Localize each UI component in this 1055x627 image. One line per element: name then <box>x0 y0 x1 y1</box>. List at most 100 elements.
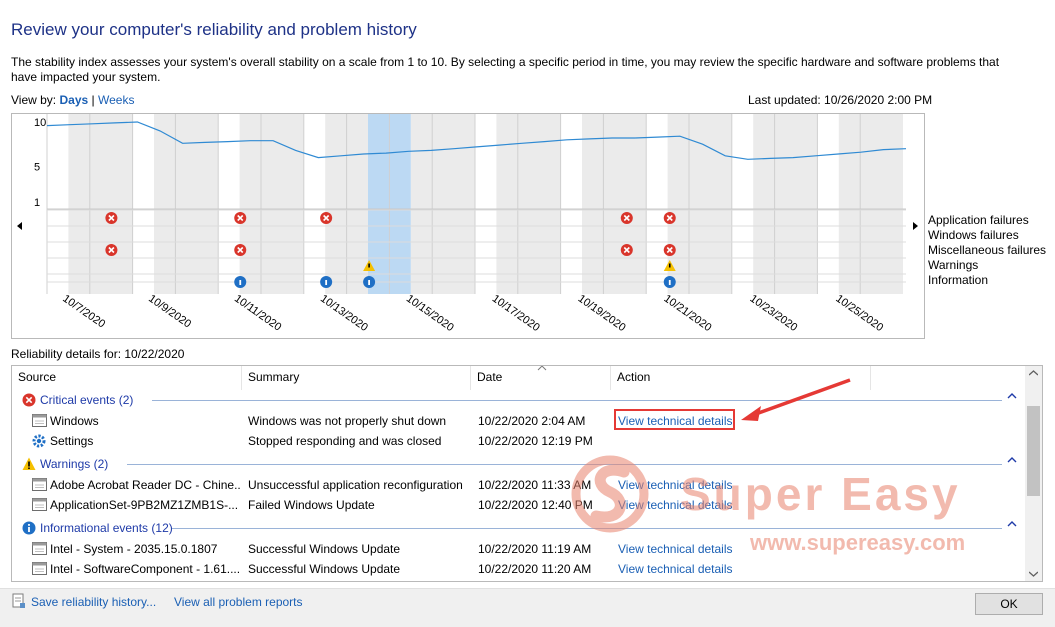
scroll-right-icon[interactable] <box>913 222 918 230</box>
table-row[interactable]: Intel - System - 2035.15.0.1807 Successfu… <box>12 539 1024 559</box>
save-history-link[interactable]: Save reliability history... <box>31 595 156 609</box>
table-row[interactable]: Adobe Acrobat Reader DC - Chine... Unsucc… <box>12 475 1024 495</box>
y-tick-label: 10 <box>34 117 46 129</box>
warning-mark <box>368 263 370 268</box>
cell-source: Settings <box>50 434 94 448</box>
cell-source: Intel - System - 2035.15.0.1807 <box>50 542 218 556</box>
day-band <box>689 114 732 294</box>
group-header[interactable]: Warnings (2) <box>12 454 1024 474</box>
error-icon <box>22 393 36 407</box>
scroll-left-icon[interactable] <box>17 222 22 230</box>
day-band <box>432 114 475 294</box>
red-arrow-annotation <box>741 378 851 421</box>
group-title[interactable]: Warnings (2) <box>40 457 108 471</box>
view-all-reports-link[interactable]: View all problem reports <box>174 595 303 609</box>
date-axis-label: 10/15/2020 <box>404 293 456 334</box>
legend-item: Miscellaneous failures <box>928 243 1047 257</box>
legend-item: Information <box>928 273 989 287</box>
legend-item: Application failures <box>928 213 1029 227</box>
view-technical-details-link[interactable]: View technical details <box>618 562 768 576</box>
date-axis-label: 10/9/2020 <box>146 293 193 331</box>
cell-source: Windows <box>50 414 99 428</box>
y-tick-label: 5 <box>34 161 40 173</box>
date-axis-label: 10/17/2020 <box>490 293 542 334</box>
window-icon <box>32 542 47 555</box>
info-mark <box>668 280 671 285</box>
legend-item: Warnings <box>928 258 979 272</box>
cell-date: 10/22/2020 11:20 AM <box>478 562 592 576</box>
save-history-icon <box>12 593 25 608</box>
date-axis-label: 10/11/2020 <box>232 293 283 334</box>
window-icon <box>32 498 47 511</box>
group-divider <box>172 528 1002 529</box>
reliability-chart[interactable]: 10 5 1 10/7/2020 10/9/2020 10/11/2020 10/13/20… <box>11 113 925 339</box>
table-row[interactable]: Windows Windows was not properly shut dow… <box>12 411 1024 431</box>
date-axis-label: 10/21/2020 <box>662 293 714 334</box>
view-by-weeks-link[interactable]: Weeks <box>98 93 134 107</box>
highlight-box <box>614 409 735 430</box>
chart-canvas[interactable]: 10 5 1 10/7/2020 10/9/2020 10/11/2020 10/13/20… <box>12 114 926 340</box>
window-icon <box>32 562 47 575</box>
details-table[interactable]: Source Summary Date Action Critical even… <box>11 365 1043 582</box>
view-technical-details-link[interactable]: View technical details <box>618 498 768 512</box>
cell-date: 10/22/2020 12:19 PM <box>478 434 593 448</box>
info-mark <box>325 280 328 285</box>
scroll-thumb[interactable] <box>1027 406 1040 496</box>
view-by-separator: | <box>91 93 95 107</box>
cell-summary: Failed Windows Update <box>248 498 375 512</box>
cell-source: Adobe Acrobat Reader DC - Chine... <box>50 478 240 492</box>
table-row[interactable]: ApplicationSet-9PB2MZ1ZMB1S-... Failed Wi… <box>12 495 1024 515</box>
y-tick-label: 1 <box>34 197 40 209</box>
info-mark <box>368 280 370 285</box>
view-technical-details-link[interactable]: View technical details <box>618 542 768 556</box>
cell-summary: Windows was not properly shut down <box>248 414 447 428</box>
cell-date: 10/22/2020 11:33 AM <box>478 478 592 492</box>
view-by-days-link[interactable]: Days <box>59 93 88 107</box>
group-divider <box>127 464 1002 465</box>
window-icon <box>32 478 47 491</box>
scroll-down-icon[interactable] <box>1029 571 1038 577</box>
collapse-icon[interactable] <box>1007 392 1017 400</box>
window-icon <box>32 414 47 427</box>
group-header[interactable]: Informational events (12) <box>12 518 1024 538</box>
view-technical-details-link[interactable]: View technical details <box>618 478 768 492</box>
table-row[interactable]: Settings Stopped responding and was close… <box>12 431 1024 451</box>
column-summary[interactable]: Summary <box>242 366 471 390</box>
collapse-icon[interactable] <box>1007 456 1017 464</box>
gear-icon <box>32 434 46 448</box>
ok-button[interactable]: OK <box>975 593 1043 615</box>
cell-summary: Stopped responding and was closed <box>248 434 442 448</box>
footer-bar <box>0 588 1055 627</box>
date-axis-label: 10/7/2020 <box>60 293 107 331</box>
date-axis-label: 10/23/2020 <box>747 293 799 334</box>
intro-text: The stability index assesses your system… <box>11 55 1000 84</box>
date-axis-label: 10/13/2020 <box>318 293 370 334</box>
cell-summary: Unsuccessful application reconfiguration <box>248 478 463 492</box>
column-source[interactable]: Source <box>12 366 242 390</box>
cell-summary: Successful Windows Update <box>248 562 401 576</box>
day-band <box>175 114 219 294</box>
day-band <box>89 114 133 294</box>
table-row[interactable]: Intel - SoftwareComponent - 1.61.... Succ… <box>12 559 1024 579</box>
day-band <box>860 114 903 294</box>
collapse-icon[interactable] <box>1007 520 1017 528</box>
day-band <box>774 114 818 294</box>
legend-item: Windows failures <box>928 228 1019 242</box>
cell-date: 10/22/2020 2:04 AM <box>478 414 586 428</box>
date-axis-label: 10/19/2020 <box>576 293 628 334</box>
day-band <box>603 114 647 294</box>
info-mark <box>239 280 242 285</box>
info-icon <box>22 521 36 535</box>
group-title[interactable]: Informational events (12) <box>40 521 173 535</box>
cell-summary: Successful Windows Update <box>248 542 401 556</box>
cell-source: Intel - SoftwareComponent - 1.61.... <box>50 562 240 576</box>
group-title[interactable]: Critical events (2) <box>40 393 133 407</box>
last-updated: Last updated: 10/26/2020 2:00 PM <box>748 93 933 107</box>
vertical-scrollbar[interactable] <box>1025 366 1042 581</box>
view-by: View by: Days | Weeks <box>11 93 134 107</box>
scroll-up-icon[interactable] <box>1029 370 1038 376</box>
warning-mark <box>668 263 671 268</box>
warning-icon <box>22 457 36 470</box>
details-label: Reliability details for: 10/22/2020 <box>11 347 185 361</box>
group-header[interactable]: Critical events (2) <box>12 390 1024 410</box>
